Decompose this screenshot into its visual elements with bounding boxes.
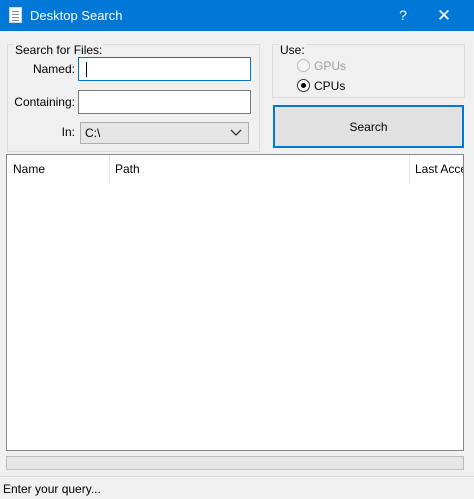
search-button[interactable]: Search <box>273 105 464 148</box>
in-directory-dropdown[interactable]: C:\ <box>80 122 249 144</box>
column-header-path[interactable]: Path <box>109 155 409 184</box>
in-directory-value: C:\ <box>85 126 101 140</box>
help-button[interactable]: ? <box>380 0 426 31</box>
named-input[interactable] <box>78 57 251 81</box>
containing-input[interactable] <box>78 90 251 114</box>
search-progress-bar <box>6 456 464 470</box>
chevron-down-icon <box>230 129 242 136</box>
column-header-last-accessed[interactable]: Last Acce <box>409 155 463 184</box>
column-header-name[interactable]: Name <box>7 155 109 184</box>
search-for-files-group: Search for Files: Named: Containing: In:… <box>7 43 260 152</box>
status-bar: Enter your query... <box>0 476 474 499</box>
title-bar[interactable]: Desktop Search ? ✕ <box>0 0 474 31</box>
gpus-radio-button[interactable] <box>297 59 310 72</box>
named-label: Named: <box>32 62 75 76</box>
close-button[interactable]: ✕ <box>421 0 467 31</box>
gpus-radio-label: GPUs <box>314 59 347 73</box>
app-document-icon <box>9 7 22 23</box>
use-group: Use: GPUs CPUs <box>272 43 465 98</box>
use-legend: Use: <box>279 43 306 57</box>
results-list-header: Name Path Last Acce <box>7 155 463 184</box>
window-title: Desktop Search <box>30 8 123 23</box>
results-list[interactable]: Name Path Last Acce <box>6 154 464 451</box>
radio-selected-dot <box>301 83 306 88</box>
in-label: In: <box>61 125 75 139</box>
text-caret <box>86 62 87 77</box>
cpus-radio-button[interactable] <box>297 79 310 92</box>
status-text: Enter your query... <box>3 482 101 496</box>
gpus-radio-option[interactable]: GPUs <box>297 58 377 74</box>
cpus-radio-option[interactable]: CPUs <box>297 78 377 94</box>
containing-label: Containing: <box>14 95 75 109</box>
cpus-radio-label: CPUs <box>314 79 346 93</box>
search-for-files-legend: Search for Files: <box>14 43 104 57</box>
